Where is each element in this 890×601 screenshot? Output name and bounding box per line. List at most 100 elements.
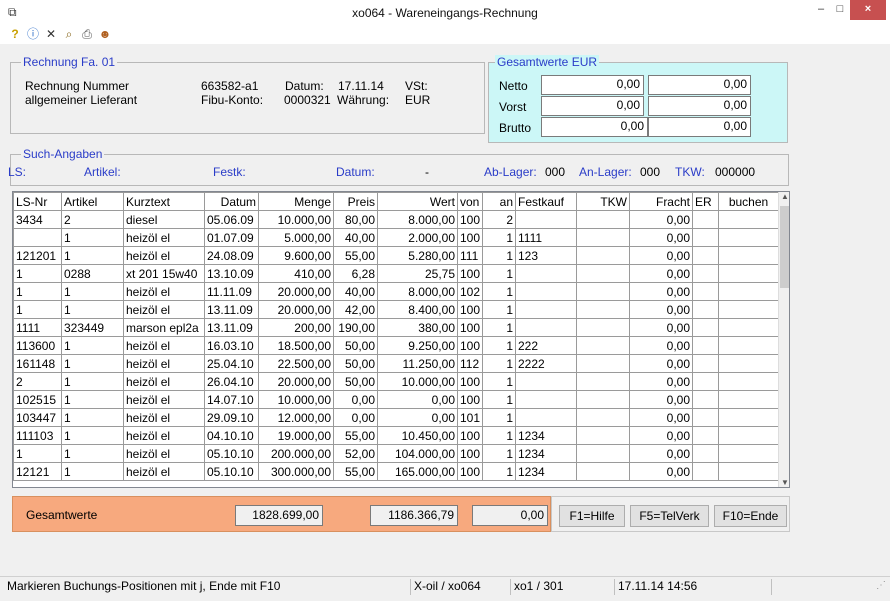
- cell-fracht[interactable]: 0,00: [629, 228, 693, 247]
- cell-menge[interactable]: 18.500,00: [258, 336, 334, 355]
- cell-von[interactable]: 100: [457, 390, 483, 409]
- help-icon[interactable]: ?: [8, 27, 22, 41]
- cell-ls-nr[interactable]: 121201: [13, 246, 62, 265]
- cell-fracht[interactable]: 0,00: [629, 372, 693, 391]
- cell-menge[interactable]: 19.000,00: [258, 426, 334, 445]
- cell-er[interactable]: [692, 426, 719, 445]
- cell-ls-nr[interactable]: 111103: [13, 426, 62, 445]
- cell-tkw[interactable]: [576, 408, 630, 427]
- cell-wert[interactable]: 0,00: [377, 390, 458, 409]
- cell-an[interactable]: 1: [482, 264, 516, 283]
- cell-festkauf[interactable]: 222: [515, 336, 577, 355]
- col-datum[interactable]: Datum: [204, 192, 259, 211]
- cell-wert[interactable]: 380,00: [377, 318, 458, 337]
- table-row[interactable]: 12121 1 heizöl el 05.10.10 300.000,00 55,00 16…: [13, 462, 779, 481]
- cell-artikel[interactable]: 1: [61, 390, 124, 409]
- cell-buchen[interactable]: [718, 462, 779, 481]
- scroll-down-icon[interactable]: ▼: [779, 478, 789, 487]
- cell-datum[interactable]: 05.10.10: [204, 444, 259, 463]
- cell-festkauf[interactable]: [515, 318, 577, 337]
- cell-an[interactable]: 1: [482, 300, 516, 319]
- cell-kurztext[interactable]: heizöl el: [123, 372, 205, 391]
- netto-field[interactable]: 0,00: [541, 75, 644, 95]
- cell-kurztext[interactable]: heizöl el: [123, 462, 205, 481]
- cell-kurztext[interactable]: heizöl el: [123, 354, 205, 373]
- table-row[interactable]: 1 1 heizöl el 11.11.09 20.000,00 40,00 8.000,0…: [13, 282, 779, 301]
- cell-menge[interactable]: 20.000,00: [258, 372, 334, 391]
- cell-fracht[interactable]: 0,00: [629, 282, 693, 301]
- cell-er[interactable]: [692, 300, 719, 319]
- cell-er[interactable]: [692, 228, 719, 247]
- cell-fracht[interactable]: 0,00: [629, 390, 693, 409]
- cell-festkauf[interactable]: 1234: [515, 426, 577, 445]
- cell-von[interactable]: 102: [457, 282, 483, 301]
- cell-datum[interactable]: 13.10.09: [204, 264, 259, 283]
- cell-festkauf[interactable]: [515, 408, 577, 427]
- cell-tkw[interactable]: [576, 300, 630, 319]
- cell-fracht[interactable]: 0,00: [629, 444, 693, 463]
- help-button[interactable]: F1=Hilfe: [559, 505, 625, 527]
- cell-tkw[interactable]: [576, 210, 630, 229]
- cell-er[interactable]: [692, 210, 719, 229]
- cell-fracht[interactable]: 0,00: [629, 336, 693, 355]
- cell-kurztext[interactable]: heizöl el: [123, 408, 205, 427]
- cell-fracht[interactable]: 0,00: [629, 426, 693, 445]
- cell-ls-nr[interactable]: 3434: [13, 210, 62, 229]
- cell-von[interactable]: 100: [457, 444, 483, 463]
- cell-tkw[interactable]: [576, 336, 630, 355]
- cell-datum[interactable]: 16.03.10: [204, 336, 259, 355]
- cell-menge[interactable]: 22.500,00: [258, 354, 334, 373]
- col-preis[interactable]: Preis: [333, 192, 378, 211]
- cell-datum[interactable]: 24.08.09: [204, 246, 259, 265]
- cell-buchen[interactable]: [718, 282, 779, 301]
- cell-buchen[interactable]: [718, 408, 779, 427]
- cell-artikel[interactable]: 1: [61, 444, 124, 463]
- cell-wert[interactable]: 10.000,00: [377, 372, 458, 391]
- cell-er[interactable]: [692, 264, 719, 283]
- cell-er[interactable]: [692, 336, 719, 355]
- cell-an[interactable]: 1: [482, 354, 516, 373]
- minimize-button[interactable]: –: [812, 0, 830, 20]
- col-wert[interactable]: Wert: [377, 192, 458, 211]
- cell-fracht[interactable]: 0,00: [629, 318, 693, 337]
- table-row[interactable]: 161148 1 heizöl el 25.04.10 22.500,00 50,00 11…: [13, 354, 779, 373]
- cell-kurztext[interactable]: heizöl el: [123, 246, 205, 265]
- cell-festkauf[interactable]: [515, 390, 577, 409]
- cell-datum[interactable]: 13.11.09: [204, 318, 259, 337]
- cell-menge[interactable]: 410,00: [258, 264, 334, 283]
- cell-ls-nr[interactable]: 2: [13, 372, 62, 391]
- cell-preis[interactable]: 0,00: [333, 408, 378, 427]
- cell-preis[interactable]: 0,00: [333, 390, 378, 409]
- cell-er[interactable]: [692, 246, 719, 265]
- cell-wert[interactable]: 104.000,00: [377, 444, 458, 463]
- cell-wert[interactable]: 11.250,00: [377, 354, 458, 373]
- cell-artikel[interactable]: 1: [61, 354, 124, 373]
- cell-preis[interactable]: 50,00: [333, 354, 378, 373]
- cell-er[interactable]: [692, 462, 719, 481]
- cell-artikel[interactable]: 1: [61, 372, 124, 391]
- table-row[interactable]: 1 heizöl el 01.07.09 5.000,00 40,00 2.000,00 1…: [13, 228, 779, 247]
- cell-artikel[interactable]: 1: [61, 336, 124, 355]
- cell-wert[interactable]: 8.000,00: [377, 282, 458, 301]
- close-button[interactable]: ×: [850, 0, 886, 20]
- table-row[interactable]: 1 1 heizöl el 05.10.10 200.000,00 52,00 104.00…: [13, 444, 779, 463]
- cell-preis[interactable]: 55,00: [333, 462, 378, 481]
- table-row[interactable]: 103447 1 heizöl el 29.09.10 12.000,00 0,00 0,0…: [13, 408, 779, 427]
- cell-wert[interactable]: 10.450,00: [377, 426, 458, 445]
- cell-tkw[interactable]: [576, 462, 630, 481]
- cell-datum[interactable]: 29.09.10: [204, 408, 259, 427]
- cell-tkw[interactable]: [576, 264, 630, 283]
- cell-buchen[interactable]: [718, 426, 779, 445]
- cell-von[interactable]: 100: [457, 462, 483, 481]
- cell-tkw[interactable]: [576, 390, 630, 409]
- cell-menge[interactable]: 20.000,00: [258, 300, 334, 319]
- col-buchen[interactable]: buchen: [718, 192, 779, 211]
- cell-an[interactable]: 2: [482, 210, 516, 229]
- scrollbar-thumb[interactable]: [780, 206, 789, 288]
- cell-festkauf[interactable]: [515, 282, 577, 301]
- cell-preis[interactable]: 50,00: [333, 336, 378, 355]
- table-row[interactable]: 111103 1 heizöl el 04.10.10 19.000,00 55,00 10…: [13, 426, 779, 445]
- cell-fracht[interactable]: 0,00: [629, 300, 693, 319]
- cell-an[interactable]: 1: [482, 408, 516, 427]
- cell-datum[interactable]: 05.06.09: [204, 210, 259, 229]
